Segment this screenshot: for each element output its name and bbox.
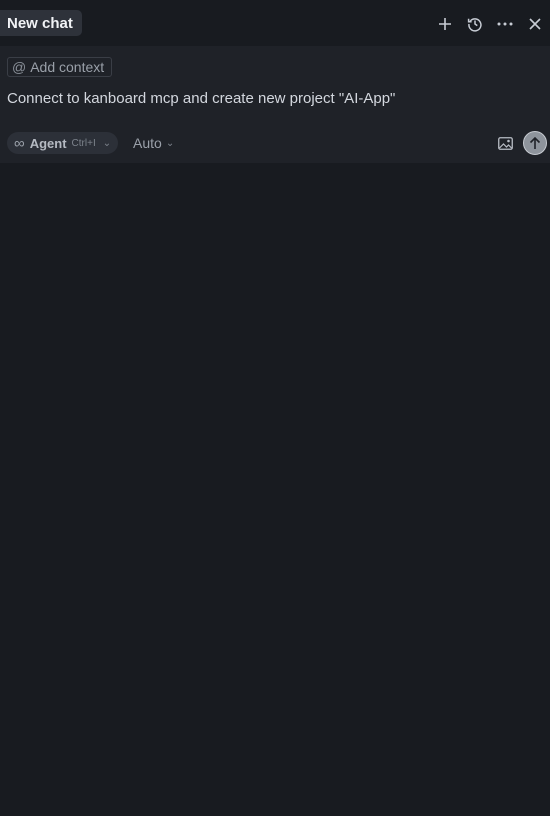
attach-image-button[interactable] [495,134,515,152]
at-icon: @ [12,59,27,75]
history-icon [467,18,482,32]
plus-icon [439,18,451,30]
tab-new-chat[interactable]: New chat [0,10,82,36]
add-context-label: Add context [30,59,105,75]
composer-toolbar: ∞ Agent Ctrl+I ⌄ Auto ⌄ [0,131,550,155]
image-icon [497,136,513,150]
mode-shortcut: Ctrl+I [71,137,96,149]
more-icon [497,22,513,26]
model-selector[interactable]: Auto ⌄ [133,135,174,151]
close-button[interactable] [520,12,550,36]
chat-composer: @ Add context Connect to kanboard mcp an… [0,46,550,163]
chevron-down-icon: ⌄ [102,137,112,149]
arrow-up-icon [529,136,541,149]
model-label: Auto [133,135,162,151]
chat-header: New chat [0,0,550,46]
header-actions [430,12,550,36]
chevron-down-icon: ⌄ [165,137,175,149]
message-input[interactable]: Connect to kanboard mcp and create new p… [7,90,395,107]
more-button[interactable] [490,12,520,36]
mode-label: Agent [29,135,67,151]
add-context-button[interactable]: @ Add context [7,57,113,77]
history-button[interactable] [460,12,490,36]
mode-selector[interactable]: ∞ Agent Ctrl+I ⌄ [7,132,119,154]
close-icon [529,18,541,30]
tab-title: New chat [7,14,73,32]
infinity-icon: ∞ [14,134,25,152]
send-button[interactable] [523,131,547,155]
new-chat-button[interactable] [430,12,460,36]
